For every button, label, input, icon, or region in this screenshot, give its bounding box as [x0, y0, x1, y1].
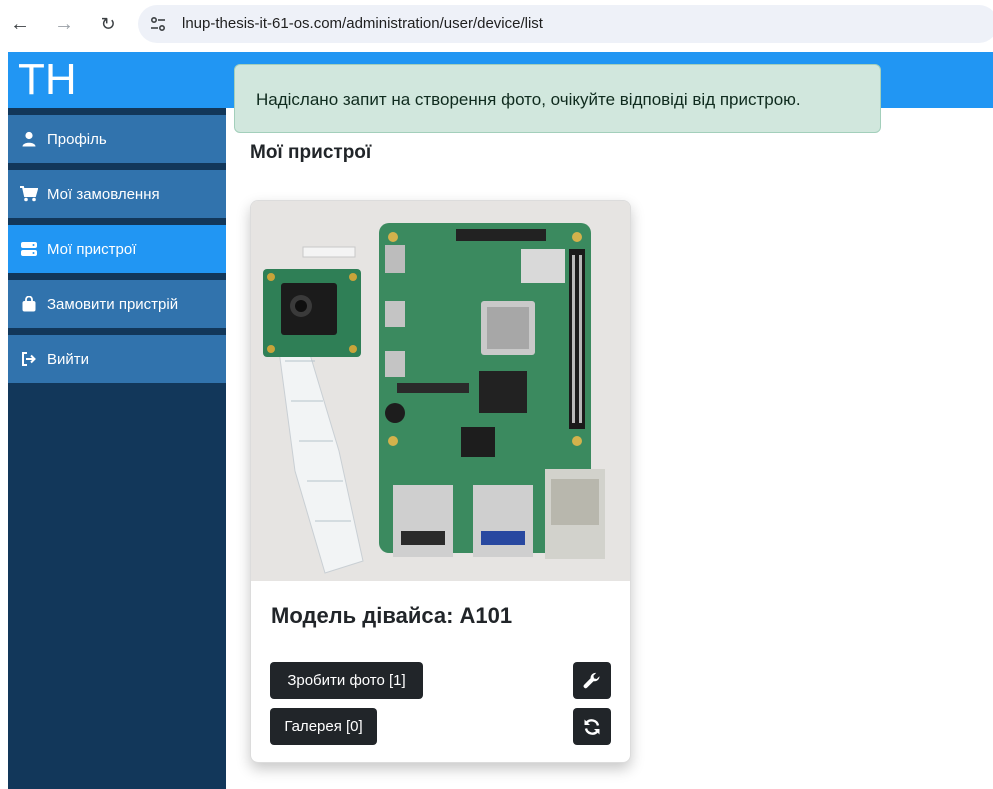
wrench-icon [583, 672, 600, 688]
success-alert: Надіслано запит на створення фото, очіку… [234, 64, 881, 133]
sidebar-item-profile[interactable]: Профіль [8, 115, 226, 163]
device-model-title: Модель дівайса: A101 [271, 603, 513, 628]
address-bar[interactable]: lnup-thesis-it-61-os.com/administration/… [138, 5, 993, 43]
gallery-button[interactable]: Галерея [0] [270, 708, 377, 745]
user-icon [20, 130, 38, 148]
forward-arrow-icon[interactable]: → [52, 12, 76, 36]
sidebar-item-my-devices[interactable]: Мої пристрої [8, 225, 226, 273]
sidebar-item-my-orders[interactable]: Мої замовлення [8, 170, 226, 218]
sidebar-item-label: Мої замовлення [47, 185, 160, 203]
url-text[interactable]: lnup-thesis-it-61-os.com/administration/… [182, 15, 543, 32]
server-icon [20, 240, 38, 258]
cart-icon [20, 185, 38, 203]
sidebar-item-label: Вийти [47, 350, 90, 368]
sign-out-icon [20, 350, 38, 368]
device-image [251, 201, 630, 581]
device-card: Модель дівайса: A101 Зробити фото [1] Га… [250, 200, 631, 763]
take-photo-button[interactable]: Зробити фото [1] [270, 662, 423, 699]
brand-logo[interactable]: TH [8, 52, 226, 108]
back-arrow-icon[interactable]: ← [8, 12, 32, 36]
refresh-device-button[interactable] [573, 708, 611, 745]
sidebar-item-label: Замовити пристрій [47, 295, 179, 313]
browser-toolbar: ← → ↻ lnup-thesis-it-61-os.com/administr… [0, 0, 993, 48]
shopping-bag-icon [20, 295, 38, 313]
page-title: Мої пристрої [250, 142, 372, 163]
site-settings-icon[interactable] [149, 15, 167, 33]
sidebar-item-label: Мої пристрої [47, 240, 137, 258]
alert-message: Надіслано запит на створення фото, очіку… [256, 90, 801, 109]
sidebar: TH Профіль Мої замовлення Мої пристрої З… [8, 52, 226, 789]
device-settings-button[interactable] [573, 662, 611, 699]
sidebar-item-logout[interactable]: Вийти [8, 335, 226, 383]
sync-icon [584, 718, 600, 735]
reload-icon[interactable]: ↻ [96, 12, 120, 36]
sidebar-item-order-device[interactable]: Замовити пристрій [8, 280, 226, 328]
sidebar-item-label: Профіль [47, 130, 107, 148]
